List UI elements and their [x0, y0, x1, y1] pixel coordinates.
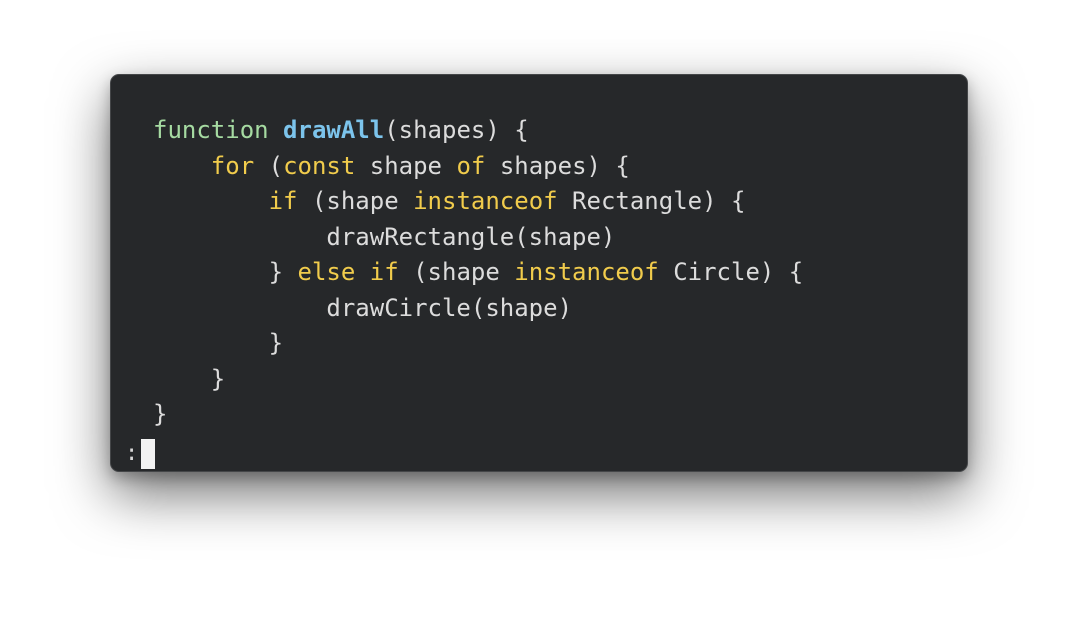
code-token: else if [297, 258, 399, 286]
code-token: Rectangle) { [557, 187, 746, 215]
code-token: } [153, 364, 226, 393]
code-token: const [283, 151, 356, 180]
code-token: drawAll [283, 116, 385, 144]
code-token: Circle) { [658, 258, 804, 286]
code-token: instanceof [514, 258, 659, 286]
pager-prompt[interactable]: : [125, 439, 156, 469]
code-line: } [153, 397, 803, 433]
code-line: } [153, 362, 803, 398]
code-token: ( [254, 151, 284, 180]
code-line: if (shape instanceof Rectangle) { [153, 184, 803, 220]
code-token: function [153, 116, 284, 144]
code-token: } [153, 329, 284, 357]
code-line: function drawAll(shapes) { [153, 113, 803, 149]
code-line: } else if (shape instanceof Circle) { [153, 255, 804, 291]
block-cursor-icon [141, 439, 156, 469]
code-token: shapes) { [485, 151, 630, 180]
code-token: shape [355, 151, 457, 180]
code-token: drawCircle(shape) [153, 293, 573, 322]
code-token: if [268, 187, 298, 215]
code-token: } [153, 258, 298, 286]
prompt-colon: : [125, 441, 139, 466]
code-viewer: function drawAll(shapes) { for (const sh… [153, 113, 803, 433]
code-token: (shape [398, 258, 515, 286]
code-token: (shape [297, 187, 414, 215]
code-token: (shapes) { [384, 116, 529, 144]
terminal-window[interactable]: function drawAll(shapes) { for (const sh… [110, 74, 968, 472]
code-token: drawRectangle(shape) [153, 222, 616, 251]
code-token: instanceof [413, 187, 558, 215]
code-line: for (const shape of shapes) { [153, 149, 803, 185]
code-token: of [456, 151, 486, 180]
code-token: } [153, 400, 168, 428]
code-line: } [153, 326, 803, 362]
code-token: for [210, 151, 255, 180]
code-line: drawRectangle(shape) [153, 220, 803, 256]
code-line: drawCircle(shape) [153, 291, 803, 327]
